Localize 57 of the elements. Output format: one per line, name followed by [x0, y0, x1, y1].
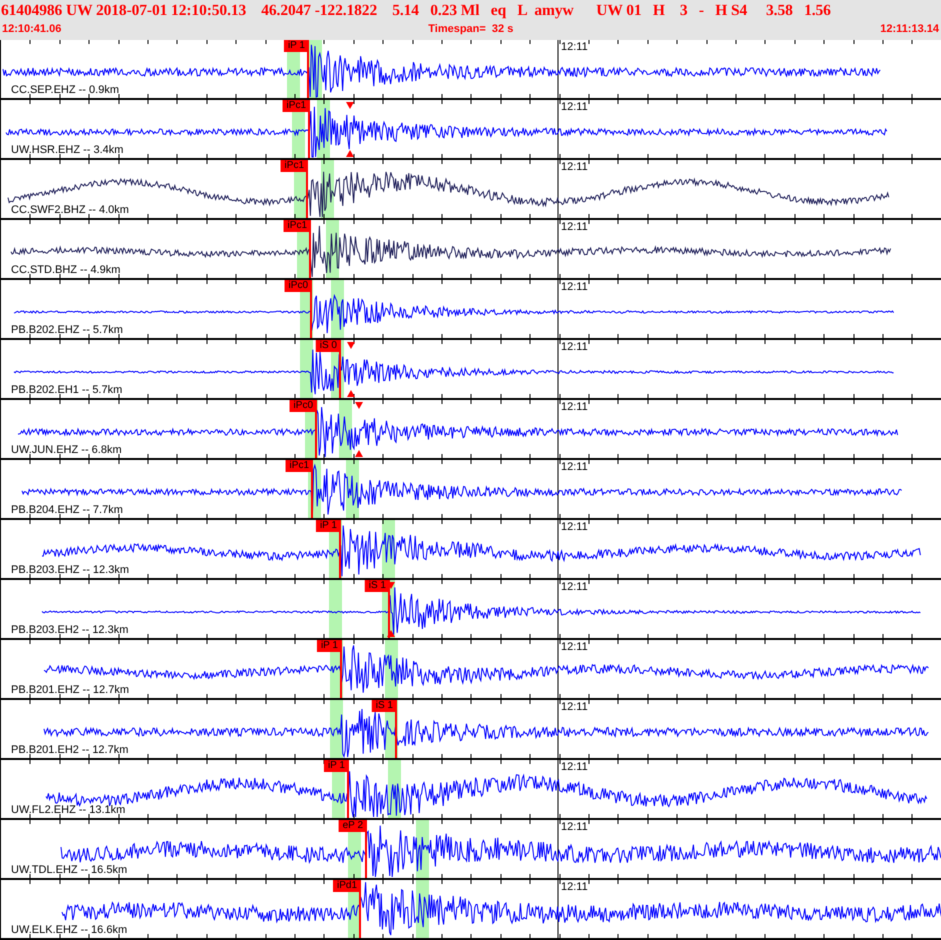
- station-label: PB.B204.EHZ -- 7.7km: [11, 504, 123, 517]
- station-label: UW.JUN.EHZ -- 6.8km: [11, 444, 122, 457]
- station-label: UW.ELK.EHZ -- 16.6km: [11, 924, 128, 937]
- pick-flag[interactable]: iS 1: [372, 700, 397, 712]
- station-label: UW.FL2.EHZ -- 13.1km: [11, 804, 126, 817]
- time-label: 12:11: [561, 401, 588, 414]
- time-label: 12:11: [561, 521, 588, 534]
- triangle-marker-icon: [347, 342, 355, 349]
- triangle-marker-icon: [355, 402, 363, 409]
- pick-flag[interactable]: iS 0: [316, 340, 341, 352]
- time-label: 12:11: [561, 41, 588, 54]
- pick-flag[interactable]: iPc0: [284, 280, 312, 292]
- pick-flag[interactable]: iP 1: [324, 760, 349, 772]
- station-label: CC.SWF2.BHZ -- 4.0km: [11, 204, 129, 217]
- timespan-label: Timespan= 32 s: [428, 22, 514, 36]
- triangle-marker-icon: [355, 450, 363, 457]
- time-label: 12:11: [561, 101, 588, 114]
- station-label: CC.SEP.EHZ -- 0.9km: [11, 84, 119, 97]
- time-label: 12:11: [561, 701, 588, 714]
- station-label: PB.B201.EHZ -- 12.7km: [11, 684, 129, 697]
- triangle-marker-icon: [387, 630, 395, 637]
- triangle-marker-icon: [346, 150, 354, 157]
- pick-flag[interactable]: iP 1: [316, 640, 342, 652]
- end-time: 12:11:13.14: [880, 22, 939, 36]
- time-label: 12:11: [561, 581, 588, 594]
- station-label: PB.B203.EH2 -- 12.3km: [11, 624, 128, 637]
- station-label: UW.HSR.EHZ -- 3.4km: [11, 144, 124, 157]
- station-label: CC.STD.BHZ -- 4.9km: [11, 264, 120, 277]
- time-label: 12:11: [561, 341, 588, 354]
- triangle-marker-icon: [346, 102, 354, 109]
- station-label: PB.B203.EHZ -- 12.3km: [11, 564, 129, 577]
- station-label: PB.B202.EH1 -- 5.7km: [11, 384, 122, 397]
- time-label: 12:11: [561, 281, 588, 294]
- time-label: 12:11: [561, 641, 588, 654]
- event-summary: 61404986 UW 2018-07-01 12:10:50.13 46.2047 -122.1822 5.14 0.23 Ml eq L amyw UW 01 H 3 - H S4 3.58 1.56: [0, 1, 832, 21]
- time-label: 12:11: [561, 761, 588, 774]
- pick-flag[interactable]: iPd1: [332, 880, 361, 892]
- pick-flag[interactable]: iPc1: [282, 100, 310, 112]
- triangle-marker-icon: [347, 390, 355, 397]
- time-window-band: [329, 580, 342, 638]
- pick-flag[interactable]: iP 1: [316, 520, 341, 532]
- time-label: 12:11: [561, 161, 588, 174]
- station-label: PB.B201.EH2 -- 12.7km: [11, 744, 128, 757]
- station-label: UW.TDL.EHZ -- 16.5km: [11, 864, 128, 877]
- pick-flag[interactable]: iPc0: [290, 400, 317, 412]
- time-label: 12:11: [561, 221, 588, 234]
- station-label: PB.B202.EHZ -- 5.7km: [11, 324, 123, 337]
- time-label: 12:11: [561, 881, 588, 894]
- start-time: 12:10:41.06: [2, 22, 62, 36]
- time-label: 12:11: [561, 821, 588, 834]
- pick-flag[interactable]: eP 2: [338, 820, 367, 832]
- pick-flag[interactable]: iPc1: [280, 160, 308, 172]
- pick-flag[interactable]: iPc1: [284, 220, 311, 232]
- time-label: 12:11: [561, 461, 588, 474]
- pick-flag[interactable]: iPc1: [286, 460, 313, 472]
- time-window-band: [300, 340, 313, 398]
- pick-flag[interactable]: iP 1: [284, 40, 309, 52]
